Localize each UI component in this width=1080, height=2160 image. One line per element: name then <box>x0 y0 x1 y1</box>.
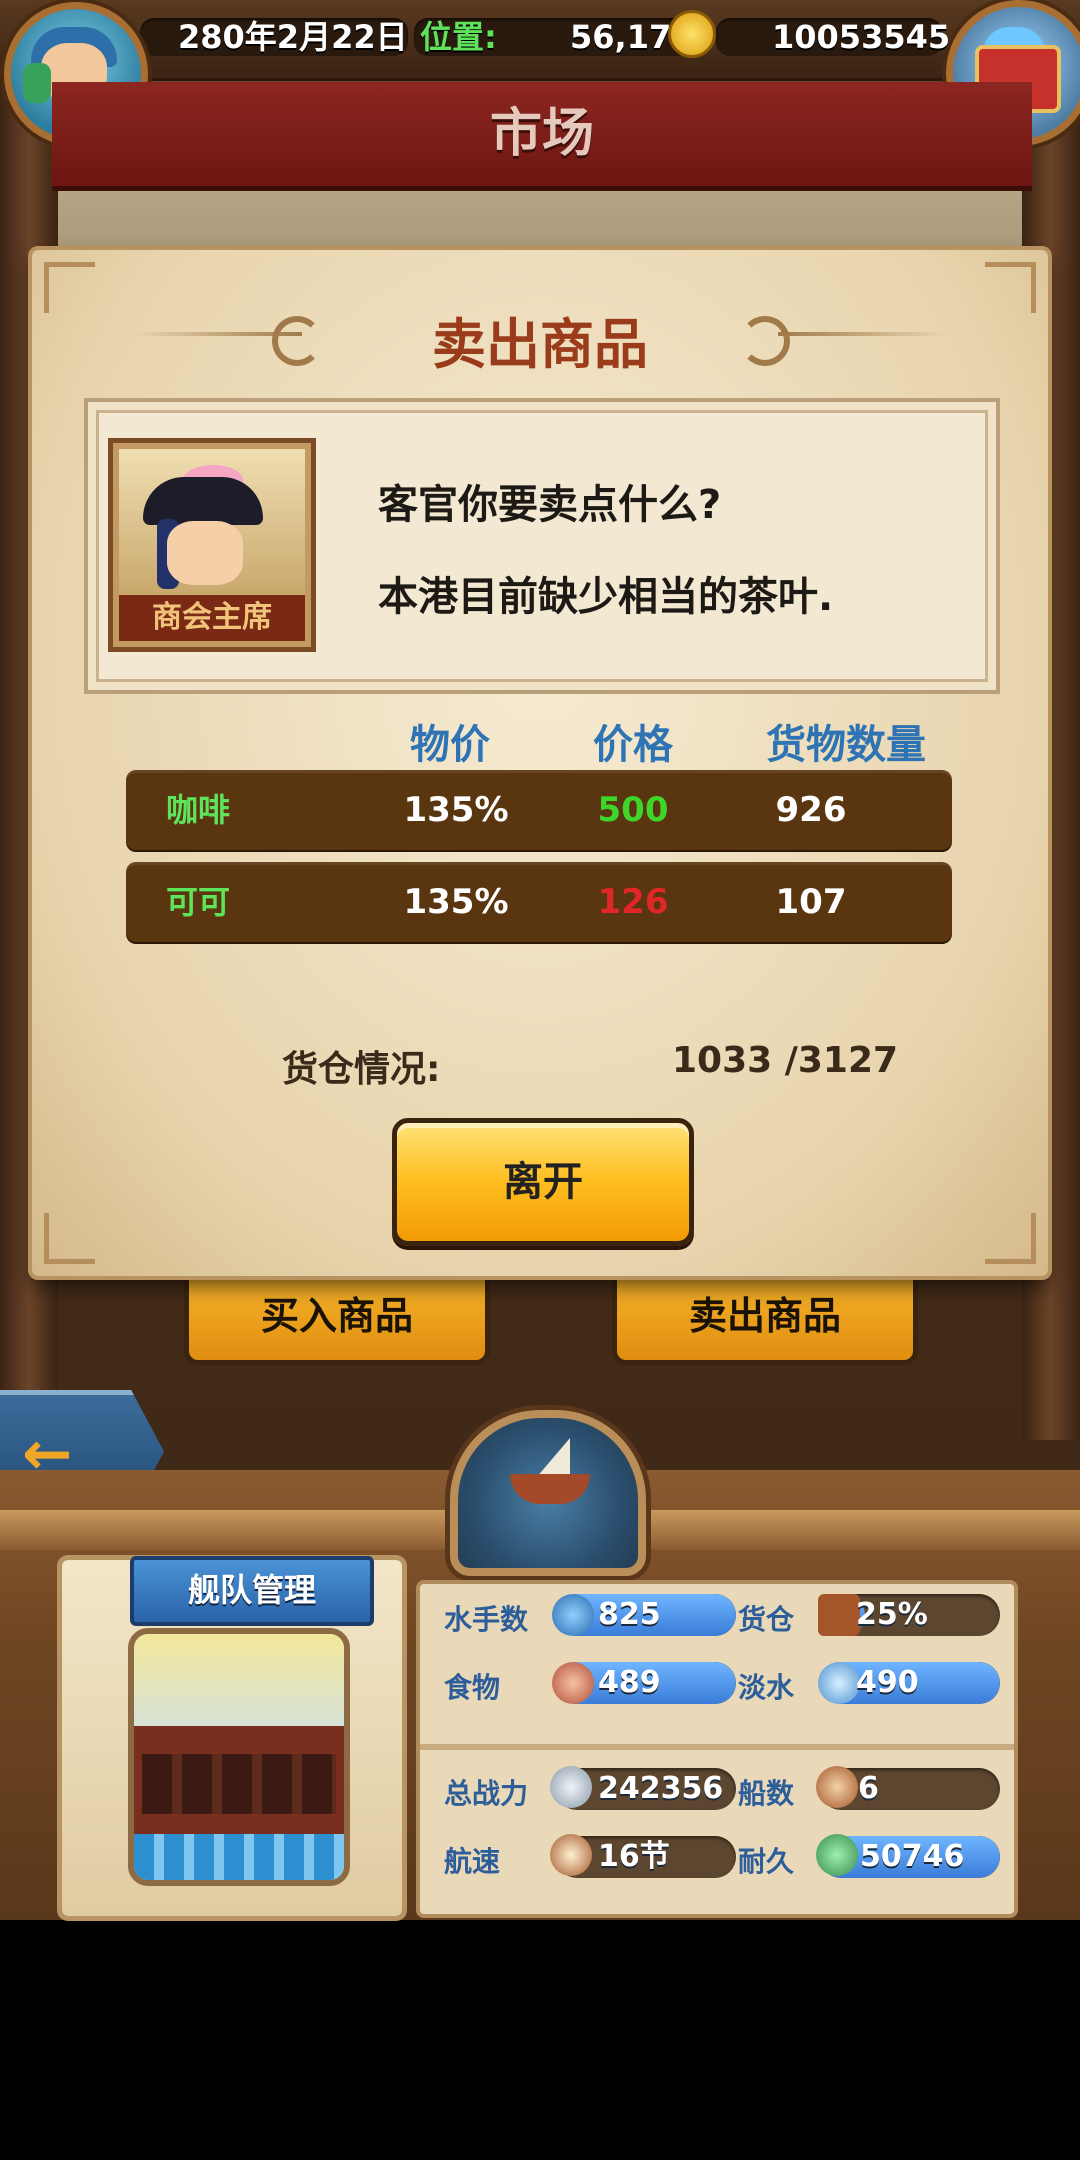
game-date: 280年2月22日 <box>178 18 408 56</box>
ship-medallion-icon[interactable] <box>450 1410 646 1576</box>
stat-value-power: 242356 <box>598 1771 724 1806</box>
sailor-icon <box>552 1594 594 1636</box>
price-index: 135% <box>403 790 509 830</box>
stat-label-food: 食物 <box>444 1671 501 1704</box>
gold-coin-icon <box>668 10 716 58</box>
npc-face <box>167 521 243 585</box>
sail-shape <box>536 1438 570 1478</box>
sell-goods-dialog: 卖出商品 商会主席 客官你要卖点什么? 本港目前缺少相当的茶叶. 物价 价格 货… <box>32 250 1048 1276</box>
stat-value-food: 489 <box>598 1665 661 1700</box>
market-title: 市场 <box>489 104 594 164</box>
sell-goods-button[interactable]: 卖出商品 <box>612 1280 918 1365</box>
ship-durability-icon <box>816 1834 858 1876</box>
npc-hat <box>143 477 263 525</box>
stat-value-ships: 6 <box>858 1771 879 1806</box>
meat-icon <box>552 1662 594 1704</box>
stat-label-power: 总战力 <box>444 1777 529 1810</box>
npc-title-label: 商会主席 <box>119 595 305 641</box>
cargo-crate-icon <box>818 1594 860 1636</box>
skull-swords-icon <box>550 1766 592 1808</box>
goods-quantity: 107 <box>775 882 847 922</box>
goods-name: 可可 <box>166 883 231 921</box>
stat-label-speed: 航速 <box>444 1845 501 1878</box>
npc-greeting: 客官你要卖点什么? <box>378 482 722 528</box>
goods-name: 咖啡 <box>166 791 231 829</box>
column-header-price-index: 物价 <box>410 722 490 768</box>
stat-value-speed: 16节 <box>598 1839 670 1874</box>
table-row[interactable]: 可可 135% 126 107 <box>126 862 952 942</box>
stats-divider <box>420 1744 1014 1750</box>
boat-hull-shape <box>510 1474 590 1504</box>
column-header-price: 价格 <box>593 722 673 768</box>
cargo-status-label: 货仓情况: <box>282 1049 441 1090</box>
fleet-management-banner[interactable]: 舰队管理 <box>130 1556 374 1626</box>
table-row[interactable]: 咖啡 135% 500 926 <box>126 770 952 850</box>
npc-message-box: 商会主席 客官你要卖点什么? 本港目前缺少相当的茶叶. <box>84 398 1000 694</box>
corner-ornament <box>44 1213 95 1264</box>
goods-price: 126 <box>597 882 669 922</box>
npc-hint: 本港目前缺少相当的茶叶. <box>378 574 834 620</box>
market-header: 市场 <box>52 82 1032 191</box>
ship-art-sea <box>134 1834 344 1880</box>
stat-value-durability: 50746 <box>860 1839 965 1874</box>
corner-ornament <box>985 1213 1036 1264</box>
stat-label-sailors: 水手数 <box>444 1603 529 1636</box>
gold-amount: 10053545 <box>772 18 951 56</box>
dialog-title: 卖出商品 <box>432 313 648 376</box>
sail-speed-icon <box>550 1834 592 1876</box>
npc-portrait: 商会主席 <box>108 438 316 652</box>
stat-label-water: 淡水 <box>738 1671 795 1704</box>
buy-goods-button[interactable]: 买入商品 <box>184 1280 490 1365</box>
ship-count-icon <box>816 1766 858 1808</box>
cargo-status-value: 1033 /3127 <box>672 1040 899 1081</box>
ship-art-decks <box>142 1754 336 1814</box>
goods-price: 500 <box>597 790 669 830</box>
ship-cutaway-image[interactable] <box>128 1628 350 1886</box>
position-label: 位置: <box>420 18 497 56</box>
column-header-quantity: 货物数量 <box>766 722 926 768</box>
stat-label-cargo: 货仓 <box>738 1603 795 1636</box>
stat-value-water: 490 <box>856 1665 919 1700</box>
avatar-hair <box>23 63 51 103</box>
stat-value-sailors: 825 <box>598 1597 661 1632</box>
price-index: 135% <box>403 882 509 922</box>
water-jug-icon <box>818 1662 860 1704</box>
stat-label-ships: 船数 <box>738 1777 795 1810</box>
goods-quantity: 926 <box>775 790 847 830</box>
position-value: 56,17 <box>570 18 672 56</box>
leave-button[interactable]: 离开 <box>392 1118 694 1246</box>
stat-label-durability: 耐久 <box>738 1845 795 1878</box>
stat-value-cargo: 25% <box>856 1597 928 1632</box>
